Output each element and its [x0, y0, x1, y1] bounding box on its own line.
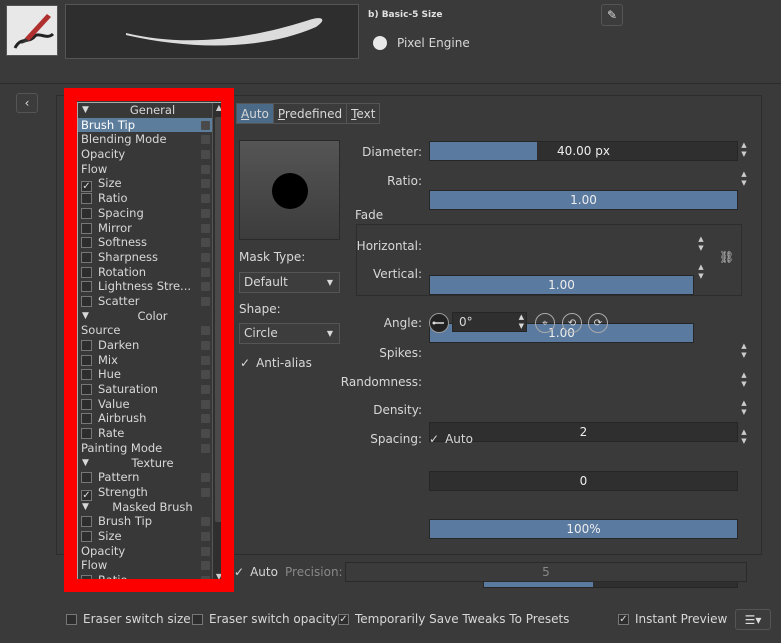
precision-value: 5	[542, 565, 550, 579]
density-value: 100%	[566, 522, 601, 536]
checkmark-icon: ✓	[618, 613, 629, 625]
checkmark-icon: ✓	[338, 613, 349, 625]
spacing-auto-label: Auto	[445, 432, 473, 446]
save-tweaks-checkbox[interactable]: ✓ Temporarily Save Tweaks To Presets	[338, 612, 569, 626]
angle-spin-icon[interactable]: ▲ ▼	[519, 313, 524, 331]
shape-label: Shape:	[239, 302, 281, 316]
preset-name: b) Basic-5 Size	[368, 10, 443, 20]
collapse-presets-button[interactable]: ‹	[16, 93, 38, 113]
instant-preview-checkbox[interactable]: ✓ Instant Preview	[618, 612, 727, 626]
tab-predefined-label: redefined	[284, 107, 343, 121]
eraser-switch-size-checkbox[interactable]: Eraser switch size	[66, 612, 191, 626]
angle-snap-icon[interactable]: ⌖	[535, 313, 555, 333]
angle-dial-icon[interactable]	[429, 313, 449, 333]
angle-input[interactable]: 0° ▲ ▼	[452, 312, 527, 332]
precision-auto-checkbox[interactable]: ✓ Auto	[234, 565, 278, 579]
density-slider[interactable]: 100%	[429, 519, 738, 539]
header-divider	[0, 83, 781, 84]
tab-predefined-mnemonic: P	[277, 107, 285, 121]
engine-label: Pixel Engine	[397, 36, 470, 50]
instant-preview-label: Instant Preview	[635, 612, 728, 626]
tab-text[interactable]: Text	[347, 103, 381, 124]
angle-value: 0°	[459, 315, 473, 329]
spacing-spin-icon[interactable]: ▲ ▼	[738, 428, 750, 448]
randomness-label: Randomness:	[340, 375, 422, 389]
spikes-slider[interactable]: 2	[429, 422, 738, 442]
spacing-auto-checkbox[interactable]: ✓ Auto	[429, 432, 473, 446]
edit-preset-button[interactable]: ✎	[601, 4, 623, 26]
shape-select[interactable]: Circle ▼	[239, 323, 340, 344]
spikes-value: 2	[579, 425, 588, 439]
angle-rotate-cw-icon[interactable]: ⟳	[588, 313, 608, 333]
antialias-label: Anti-alias	[256, 356, 312, 370]
horizontal-value: 1.00	[548, 278, 575, 292]
randomness-slider[interactable]: 0	[429, 471, 738, 491]
link-chain-icon[interactable]: ⛓	[719, 250, 734, 264]
vertical-label: Vertical:	[373, 267, 422, 281]
tab-predefined[interactable]: Predefined	[273, 103, 348, 124]
angle-rotate-ccw-icon[interactable]: ⟲	[562, 313, 582, 333]
options-menu-button[interactable]: ☰▾	[735, 609, 771, 630]
ratio-value: 1.00	[570, 193, 597, 207]
horizontal-spin-icon[interactable]: ▲ ▼	[695, 235, 707, 255]
checkmark-icon: ✓	[234, 565, 245, 579]
checkbox-icon	[192, 613, 203, 625]
stroke-preview-curve	[126, 18, 323, 46]
ratio-spin-icon[interactable]: ▲ ▼	[738, 170, 750, 190]
mask-type-select[interactable]: Default ▼	[239, 272, 340, 293]
density-label: Density:	[373, 403, 422, 417]
brush-tip-tabs: Auto Predefined Text	[236, 103, 381, 124]
ratio-slider[interactable]: 1.00	[429, 190, 738, 210]
precision-auto-label: Auto	[250, 565, 278, 579]
tab-auto-mnemonic: A	[241, 107, 250, 121]
diameter-value: 40.00 px	[557, 144, 610, 158]
angle-dial-needle	[432, 321, 444, 325]
checkbox-icon	[66, 613, 77, 625]
antialias-checkbox[interactable]: ✓ Anti-alias	[240, 356, 312, 370]
chevron-left-icon: ‹	[24, 96, 30, 110]
brush-preset-icon	[13, 14, 55, 49]
save-tweaks-label: Temporarily Save Tweaks To Presets	[355, 612, 570, 626]
tab-auto-label: uto	[249, 107, 269, 121]
fade-label: Fade	[355, 208, 384, 222]
eraser-switch-opacity-checkbox[interactable]: Eraser switch opacity	[192, 612, 337, 626]
spacing-label: Spacing:	[370, 432, 422, 446]
checkmark-icon: ✓	[429, 432, 440, 446]
vertical-spin-icon[interactable]: ▲ ▼	[695, 263, 707, 283]
stroke-preview	[65, 4, 359, 59]
hamburger-icon: ☰▾	[744, 612, 762, 627]
density-spin-icon[interactable]: ▲ ▼	[738, 399, 750, 419]
chevron-down-icon: ▼	[326, 278, 333, 287]
horizontal-label: Horizontal:	[356, 239, 422, 253]
brush-preset-thumbnail[interactable]	[6, 5, 58, 56]
randomness-value: 0	[579, 474, 588, 488]
mask-type-label: Mask Type:	[239, 250, 306, 264]
angle-label: Angle:	[383, 316, 422, 330]
randomness-spin-icon[interactable]: ▲ ▼	[738, 371, 750, 391]
mask-type-value: Default	[244, 275, 288, 289]
shape-value: Circle	[244, 326, 278, 340]
chevron-down-icon: ▼	[326, 329, 333, 338]
horizontal-slider[interactable]: 1.00	[429, 275, 694, 295]
pencil-icon: ✎	[606, 8, 618, 22]
spikes-label: Spikes:	[379, 346, 422, 360]
tab-auto[interactable]: Auto	[236, 103, 274, 124]
diameter-spin-icon[interactable]: ▲ ▼	[738, 141, 750, 161]
eraser-switch-size-label: Eraser switch size	[83, 612, 191, 626]
eraser-switch-opacity-label: Eraser switch opacity	[209, 612, 338, 626]
ratio-label: Ratio:	[387, 174, 422, 188]
spikes-spin-icon[interactable]: ▲ ▼	[738, 342, 750, 362]
tab-text-label: ext	[356, 107, 376, 121]
diameter-label: Diameter:	[362, 145, 422, 159]
brush-tip-preview	[239, 140, 340, 240]
precision-slider[interactable]: 5	[345, 562, 747, 582]
brush-tip-shape	[272, 173, 308, 209]
precision-label: Precision:	[285, 565, 343, 579]
diameter-slider[interactable]: 40.00 px	[429, 141, 738, 161]
engine-icon	[373, 36, 387, 50]
highlight-frame	[64, 88, 234, 592]
checkmark-icon: ✓	[240, 356, 251, 370]
